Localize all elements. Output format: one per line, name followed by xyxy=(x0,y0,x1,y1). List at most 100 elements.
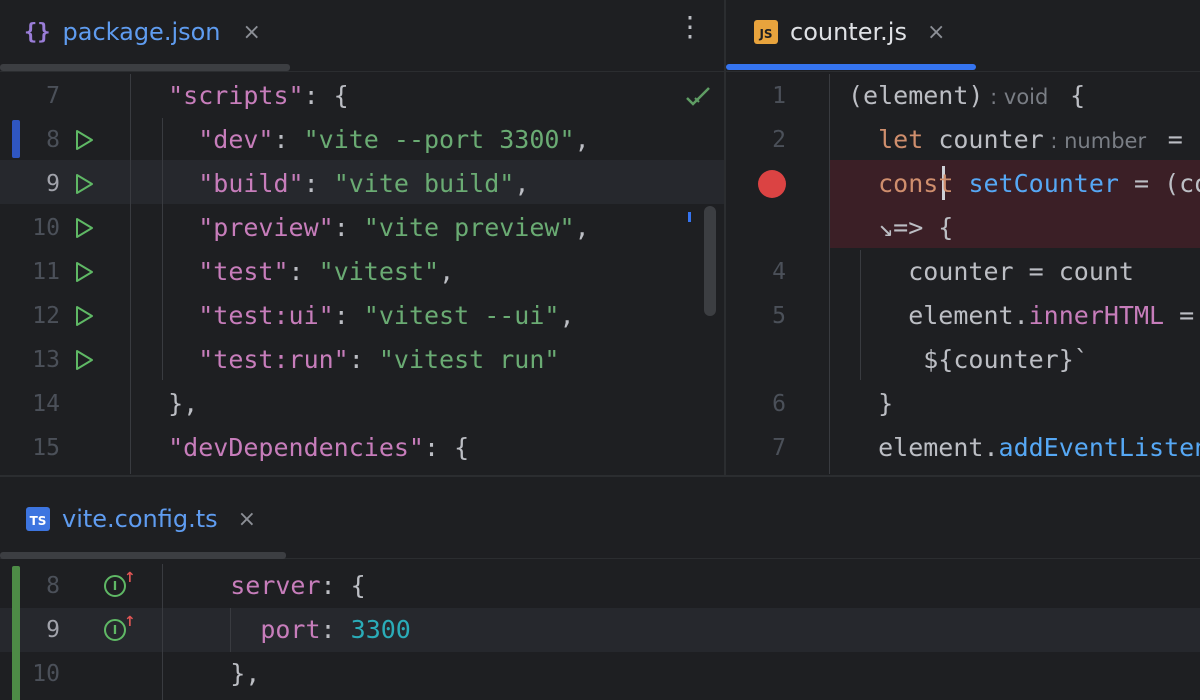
horizontal-scrollbar[interactable] xyxy=(0,552,286,559)
code-text[interactable]: port: 3300 xyxy=(170,608,411,652)
run-icon[interactable] xyxy=(72,216,96,240)
code-text[interactable]: "test:run": "vitest run" xyxy=(138,338,559,382)
scroll-marker xyxy=(688,212,691,222)
code-token: "test:run" xyxy=(198,345,349,374)
code-token: : xyxy=(348,345,379,374)
code-area[interactable]: 7 "scripts": {8 "dev": "vite --port 3300… xyxy=(0,74,724,475)
code-token: 3300 xyxy=(350,615,411,644)
code-line[interactable]: 12 "test:ui": "vitest --ui", xyxy=(0,294,724,338)
code-text[interactable]: (element) : void { xyxy=(848,74,1085,119)
code-line[interactable]: 8 "dev": "vite --port 3300", xyxy=(0,118,724,162)
code-text[interactable]: "build": "vite build", xyxy=(138,162,529,206)
code-line[interactable]: 9 I ↑ port: 3300 xyxy=(0,608,1200,652)
code-line[interactable]: 13 "test:run": "vitest run" xyxy=(0,338,724,382)
code-token: setCounter xyxy=(968,169,1119,198)
code-text[interactable]: element.addEventListen xyxy=(848,426,1200,470)
run-icon[interactable] xyxy=(72,348,96,372)
code-token: = xyxy=(1164,301,1195,330)
tab-bar: JS counter.js × xyxy=(726,0,1200,72)
code-text[interactable]: element.innerHTML = xyxy=(848,294,1194,338)
code-line[interactable]: 7 element.addEventListen xyxy=(726,426,1200,470)
tab-package-json[interactable]: {} package.json × xyxy=(24,0,261,64)
code-text[interactable]: } xyxy=(848,382,893,426)
more-options-icon[interactable]: ⋮ xyxy=(676,10,704,43)
code-line[interactable]: 1 (element) : void { xyxy=(726,74,1200,118)
code-line[interactable]: 8 I ↑ server: { xyxy=(0,564,1200,608)
close-icon[interactable]: × xyxy=(243,20,261,45)
code-line[interactable]: 10 "preview": "vite preview", xyxy=(0,206,724,250)
code-token: = (co xyxy=(1134,169,1200,198)
editor-pane-counter-js[interactable]: JS counter.js × 1 (element) : void {2 let… xyxy=(726,0,1200,475)
editor-pane-vite-config-ts[interactable]: TS vite.config.ts × 8 I ↑ server: {9 I ↑ por… xyxy=(0,477,1200,700)
code-line[interactable]: 5 element.innerHTML = xyxy=(726,294,1200,338)
active-tab-indicator xyxy=(726,64,976,70)
code-line[interactable]: 10 }, xyxy=(0,652,1200,696)
line-number: 14 xyxy=(32,391,60,417)
code-text[interactable]: "preview": "vite preview", xyxy=(138,206,590,250)
code-line[interactable]: 6 } xyxy=(726,382,1200,426)
code-text[interactable]: }, xyxy=(170,652,260,696)
code-line[interactable]: ${counter}` xyxy=(726,338,1200,382)
code-text[interactable]: let counter : number = xyxy=(848,118,1183,163)
run-icon[interactable] xyxy=(72,172,96,196)
code-token: "test:ui" xyxy=(198,301,334,330)
code-token: : xyxy=(273,125,304,154)
tab-vite-config-ts[interactable]: TS vite.config.ts × xyxy=(26,487,256,551)
implementation-gutter-icon[interactable]: I ↑ xyxy=(104,570,136,597)
code-line[interactable]: const setCounter = (co xyxy=(726,162,1200,206)
code-text[interactable]: const setCounter = (co xyxy=(848,162,1200,206)
vertical-scrollbar[interactable] xyxy=(704,206,716,316)
tab-bar: TS vite.config.ts × xyxy=(0,477,1200,559)
close-icon[interactable]: × xyxy=(238,507,256,532)
code-text[interactable]: ${counter}` xyxy=(848,338,1089,382)
code-text[interactable]: "test:ui": "vitest --ui", xyxy=(138,294,574,338)
code-line[interactable]: 4 counter = count xyxy=(726,250,1200,294)
code-line[interactable]: ↘=> { xyxy=(726,206,1200,250)
code-token: }, xyxy=(170,659,261,688)
horizontal-scrollbar[interactable] xyxy=(0,64,290,71)
code-token: }, xyxy=(138,389,199,418)
code-line[interactable]: 2 let counter : number = xyxy=(726,118,1200,162)
code-token: : xyxy=(333,213,364,242)
code-text[interactable]: ↘=> { xyxy=(848,206,953,250)
code-token: : { xyxy=(423,433,470,462)
run-icon[interactable] xyxy=(72,128,96,152)
code-token: , xyxy=(574,125,590,154)
code-token: { xyxy=(1055,81,1086,110)
tab-counter-js[interactable]: JS counter.js × xyxy=(754,0,945,64)
code-area[interactable]: 8 I ↑ server: {9 I ↑ port: 3300 10 }, xyxy=(0,564,1200,700)
code-text[interactable]: }, xyxy=(138,382,198,426)
run-icon[interactable] xyxy=(72,304,96,328)
code-token: let xyxy=(878,125,924,154)
code-line[interactable]: 15 "devDependencies": { xyxy=(0,426,724,470)
code-token: , xyxy=(439,257,455,286)
code-line[interactable]: 9 "build": "vite build", xyxy=(0,162,724,206)
close-icon[interactable]: × xyxy=(927,20,945,45)
code-token: (element) xyxy=(848,81,984,110)
code-text[interactable]: "test": "vitest", xyxy=(138,250,454,294)
code-line[interactable]: 11 "test": "vitest", xyxy=(0,250,724,294)
implementation-gutter-icon[interactable]: I ↑ xyxy=(104,614,136,641)
code-text[interactable]: "dev": "vite --port 3300", xyxy=(138,118,590,162)
code-text[interactable]: counter = count xyxy=(848,250,1134,294)
line-number: 9 xyxy=(46,171,60,197)
code-line[interactable]: 14 }, xyxy=(0,382,724,426)
code-token: "test" xyxy=(198,257,289,286)
code-token: , xyxy=(574,213,590,242)
run-icon[interactable] xyxy=(72,260,96,284)
code-token: "devDependencies" xyxy=(168,433,424,462)
code-line[interactable]: 7 "scripts": { xyxy=(0,74,724,118)
code-area[interactable]: 1 (element) : void {2 let counter : numbe… xyxy=(726,74,1200,475)
code-text[interactable]: "devDependencies": { xyxy=(138,426,469,470)
code-text[interactable]: "scripts": { xyxy=(138,74,349,118)
editor-pane-package-json[interactable]: {} package.json × ⋮ 7 "scripts": {8 "dev… xyxy=(0,0,724,475)
ts-file-icon: TS xyxy=(26,507,50,531)
code-text[interactable]: server: { xyxy=(170,564,365,608)
